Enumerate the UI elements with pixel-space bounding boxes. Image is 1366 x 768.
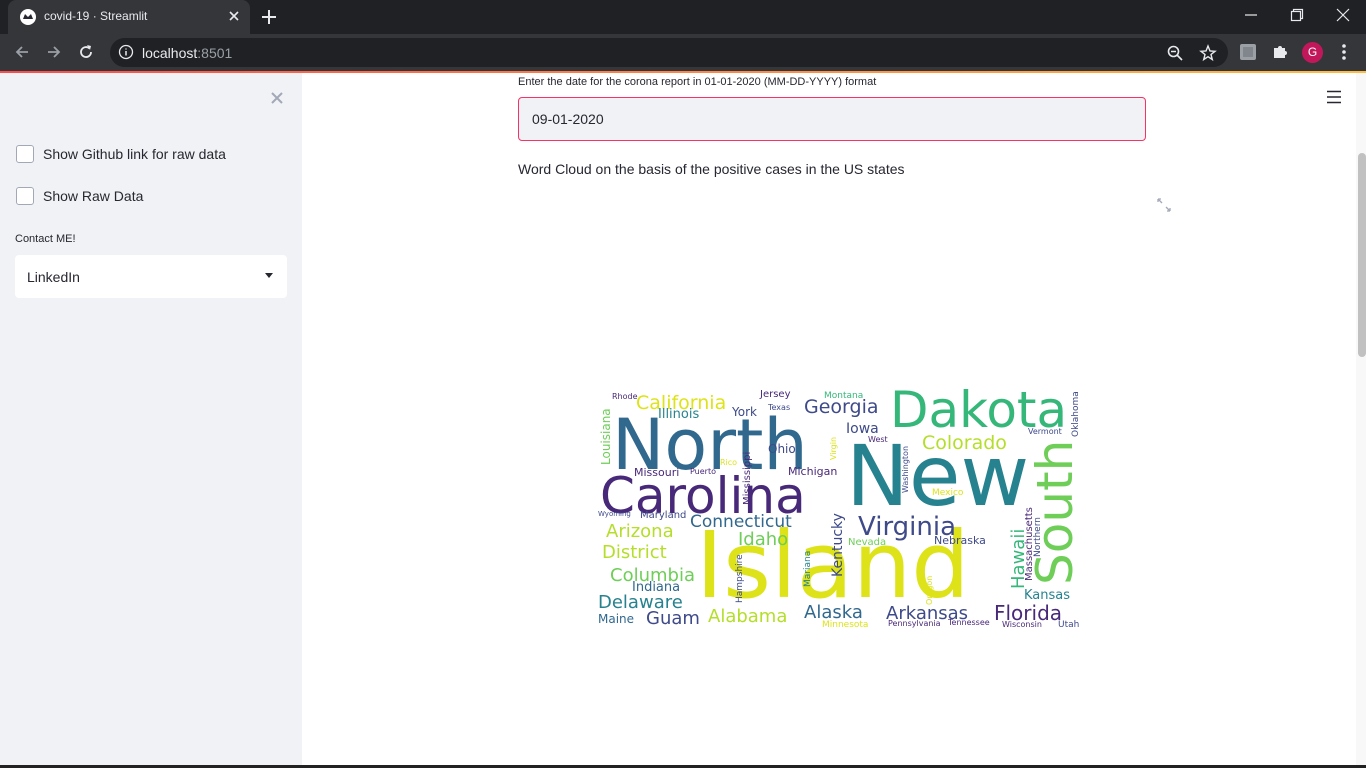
wordcloud-word: Colorado [922, 432, 1007, 454]
checkbox-box[interactable] [16, 187, 34, 205]
browser-tab-bar: covid-19 · Streamlit [0, 0, 1366, 34]
contact-select[interactable]: LinkedIn [15, 255, 287, 298]
wordcloud-word: Arizona [606, 521, 674, 542]
site-info-icon[interactable] [118, 44, 134, 60]
tab-title: covid-19 · Streamlit [44, 9, 148, 23]
wordcloud-word: Maryland [640, 510, 686, 521]
wordcloud-image: IslandNewNorthCarolinaDakotaSouthVirgini… [596, 385, 1084, 630]
wordcloud-word: Illinois [658, 407, 699, 422]
wordcloud-word: Oregon [925, 576, 934, 605]
wordcloud-word: Hampshire [735, 554, 745, 603]
wordcloud-word: Utah [1058, 620, 1079, 630]
reload-icon[interactable] [77, 43, 95, 61]
wordcloud-word: Kentucky [830, 513, 846, 577]
wordcloud-word: District [602, 542, 667, 563]
wordcloud-description: Word Cloud on the basis of the positive … [518, 161, 905, 177]
hamburger-menu-icon[interactable] [1326, 90, 1342, 104]
wordcloud-word: Puerto [690, 467, 716, 476]
checkbox-label: Show Github link for raw data [43, 146, 226, 162]
minimize-icon[interactable] [1243, 7, 1259, 23]
wordcloud-word: Nebraska [934, 534, 986, 547]
checkbox-github-link[interactable]: Show Github link for raw data [16, 145, 226, 163]
wordcloud-word: Idaho [738, 529, 788, 550]
tab-close-icon[interactable] [226, 8, 242, 24]
caret-down-icon[interactable] [265, 273, 273, 278]
wordcloud-word: Wyoming [598, 510, 631, 518]
wordcloud-word: Mariana [803, 551, 813, 587]
back-arrow-icon[interactable] [13, 43, 31, 61]
checkbox-label: Show Raw Data [43, 188, 144, 204]
checkbox-raw-data[interactable]: Show Raw Data [16, 187, 143, 205]
forward-arrow-icon[interactable] [45, 43, 63, 61]
wordcloud-word: Rico [720, 458, 737, 467]
wordcloud-word: Indiana [632, 580, 680, 595]
wordcloud-word: Missouri [634, 466, 679, 479]
bookmark-star-icon[interactable] [1199, 44, 1217, 62]
browser-tab[interactable]: covid-19 · Streamlit [8, 0, 250, 34]
address-bar[interactable]: localhost:8501 [110, 38, 1228, 67]
scrollbar-thumb[interactable] [1358, 153, 1366, 357]
zoom-icon[interactable] [1166, 44, 1184, 62]
wordcloud-word: Texas [767, 403, 790, 412]
wordcloud-word: Ohio [768, 442, 796, 456]
wordcloud-word: Oklahoma [1071, 391, 1081, 437]
extension-square-icon[interactable] [1239, 43, 1257, 61]
wordcloud-word: Vermont [1028, 427, 1062, 436]
restore-icon[interactable] [1289, 7, 1305, 23]
wordcloud-word: Mississippi [742, 452, 753, 505]
wordcloud-word: Washington [901, 446, 910, 493]
date-input-label: Enter the date for the corona report in … [518, 76, 877, 88]
fullscreen-expand-icon[interactable] [1157, 198, 1171, 212]
wordcloud-word: Wisconsin [1002, 620, 1042, 629]
sidebar-close-icon[interactable] [268, 89, 286, 107]
wordcloud-word: Rhode [612, 392, 638, 401]
contact-select-value: LinkedIn [27, 269, 80, 285]
wordcloud-word: Guam [646, 608, 700, 629]
browser-toolbar: localhost:8501 G [0, 34, 1366, 71]
wordcloud-word: Northern [1033, 517, 1043, 557]
browser-menu-icon[interactable] [1336, 43, 1352, 61]
wordcloud-word: Louisiana [599, 408, 613, 465]
wordcloud-word: Nevada [848, 537, 886, 548]
wordcloud-word: West [868, 435, 888, 444]
extensions-puzzle-icon[interactable] [1271, 43, 1289, 61]
new-tab-icon[interactable] [260, 8, 278, 26]
contact-label: Contact ME! [15, 233, 76, 245]
url-text: localhost:8501 [142, 45, 233, 61]
wordcloud-word: Minnesota [822, 620, 868, 630]
sidebar: Show Github link for raw data Show Raw D… [0, 73, 302, 768]
wordcloud-word: Montana [824, 391, 863, 401]
wordcloud-word: Tennessee [947, 618, 990, 627]
wordcloud-word: Michigan [788, 465, 837, 478]
wordcloud-word: Pennsylvania [888, 619, 941, 628]
profile-avatar[interactable]: G [1302, 42, 1323, 63]
wordcloud-word: York [731, 405, 757, 419]
wordcloud-word: Maine [598, 612, 634, 626]
wordcloud-word: Jersey [759, 389, 791, 400]
date-input[interactable] [518, 97, 1146, 141]
streamlit-favicon-icon [20, 9, 36, 25]
wordcloud-word: Virgin [829, 437, 838, 460]
checkbox-box[interactable] [16, 145, 34, 163]
close-window-icon[interactable] [1335, 7, 1351, 23]
wordcloud-word: Kansas [1024, 588, 1070, 603]
wordcloud-word: Mexico [932, 488, 964, 498]
wordcloud-word: Alabama [708, 606, 787, 627]
